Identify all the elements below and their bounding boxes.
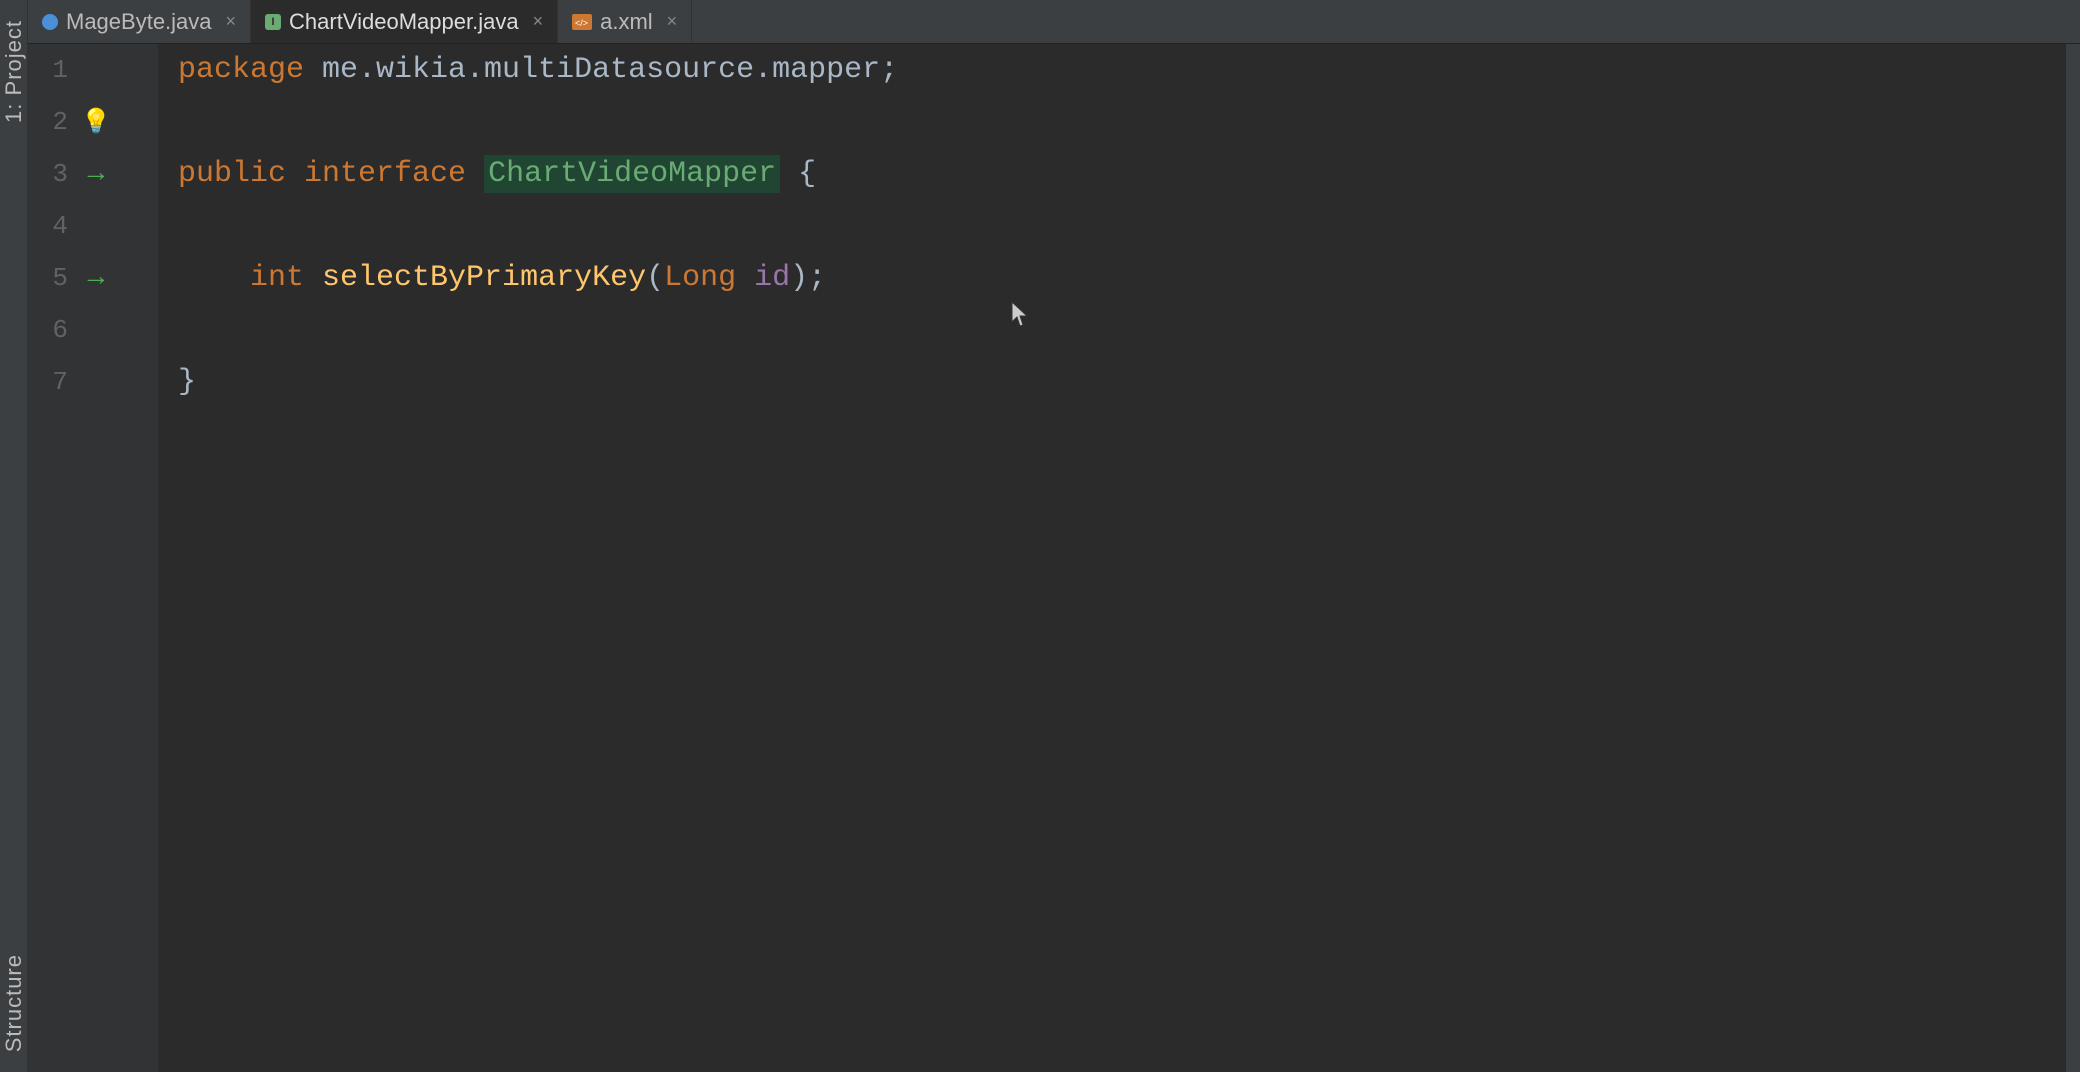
param-name: id — [754, 261, 790, 295]
tab-xml[interactable]: </> a.xml × — [558, 0, 692, 43]
left-sidebar: 1: Project Structure — [0, 0, 28, 1072]
tab-magebyte[interactable]: MageByte.java × — [28, 0, 251, 43]
opening-brace: { — [780, 157, 816, 191]
code-line-1: package me.wikia.multiDatasource.mapper; — [178, 44, 2046, 96]
code-editor: 1 2 💡 3 → 4 5 → — [28, 44, 2080, 1072]
method-name: selectByPrimaryKey — [322, 261, 646, 295]
gutter-row-3: 3 → — [28, 148, 158, 200]
magebyte-tab-icon — [42, 14, 58, 30]
tab-bar: MageByte.java × I ChartVideoMapper.java … — [28, 0, 2080, 44]
line-number-4: 4 — [28, 211, 78, 241]
line-number-1: 1 — [28, 55, 78, 85]
code-line-2 — [178, 96, 2046, 148]
project-panel-label[interactable]: 1: Project — [1, 20, 27, 123]
mouse-cursor — [830, 266, 854, 298]
svg-text:</>: </> — [575, 18, 588, 28]
tab-chartmapper[interactable]: I ChartVideoMapper.java × — [251, 0, 558, 43]
package-name: me.wikia.multiDatasource.mapper; — [322, 53, 898, 87]
code-line-4 — [178, 200, 2046, 252]
gutter-row-6: 6 — [28, 304, 158, 356]
interface-name: ChartVideoMapper — [484, 155, 780, 193]
line-number-7: 7 — [28, 367, 78, 397]
gutter-row-2: 2 💡 — [28, 96, 158, 148]
magebyte-tab-label: MageByte.java — [66, 9, 212, 35]
gutter-row-4: 4 — [28, 200, 158, 252]
line-number-3: 3 — [28, 159, 78, 189]
line-number-2: 2 — [28, 107, 78, 137]
gutter-row-1: 1 — [28, 44, 158, 96]
paren-open: ( — [646, 261, 664, 295]
param-type: Long — [664, 261, 754, 295]
structure-panel-label[interactable]: Structure — [1, 954, 27, 1052]
code-content[interactable]: package me.wikia.multiDatasource.mapper;… — [158, 44, 2066, 1072]
xml-tab-close[interactable]: × — [667, 11, 678, 32]
gutter: 1 2 💡 3 → 4 5 → — [28, 44, 158, 1072]
xml-tab-icon: </> — [572, 14, 592, 30]
keyword-int: int — [250, 261, 322, 295]
scrollbar[interactable] — [2066, 44, 2080, 1072]
bulb-icon-2[interactable]: 💡 — [78, 107, 114, 137]
indent-5 — [178, 261, 250, 295]
keyword-interface: interface — [304, 157, 484, 191]
keyword-public: public — [178, 157, 304, 191]
keyword-package: package — [178, 53, 322, 87]
line-number-5: 5 — [28, 263, 78, 293]
gutter-row-7: 7 — [28, 356, 158, 408]
closing-brace: } — [178, 365, 196, 399]
line-number-6: 6 — [28, 315, 78, 345]
chartmapper-tab-icon: I — [265, 14, 281, 30]
gutter-row-5: 5 → — [28, 252, 158, 304]
arrow-icon-5[interactable]: → — [78, 263, 114, 294]
chartmapper-tab-close[interactable]: × — [533, 11, 544, 32]
magebyte-tab-close[interactable]: × — [226, 11, 237, 32]
editor-area: MageByte.java × I ChartVideoMapper.java … — [28, 0, 2080, 1072]
arrow-icon-3[interactable]: → — [78, 159, 114, 190]
code-line-6 — [178, 304, 2046, 356]
code-line-7: } — [178, 356, 2046, 408]
code-line-3: public interface ChartVideoMapper { — [178, 148, 2046, 200]
code-line-5: int selectByPrimaryKey ( Long id ); — [178, 252, 2046, 304]
xml-tab-label: a.xml — [600, 9, 653, 35]
paren-close-semi: ); — [790, 261, 826, 295]
chartmapper-tab-label: ChartVideoMapper.java — [289, 9, 519, 35]
